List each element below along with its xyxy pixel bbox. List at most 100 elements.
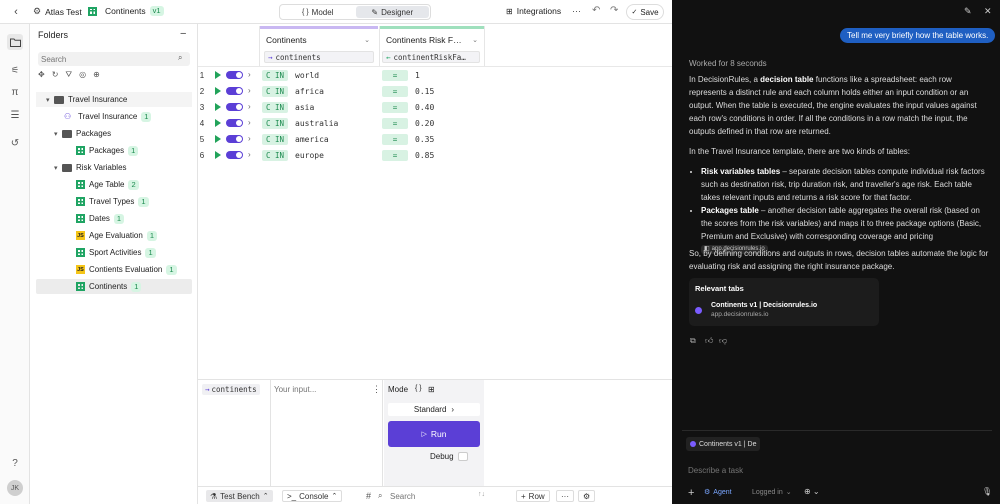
tree-item-travel-insurance-flow[interactable]: ⚇ Travel Insurance 1 (30, 109, 198, 124)
close-icon[interactable]: ✕ (984, 6, 992, 17)
condition-operator[interactable]: C IN (262, 118, 288, 129)
tree-folder-risk-variables[interactable]: ▾ Risk Variables (30, 160, 198, 175)
help-icon[interactable]: ? (7, 455, 23, 471)
chevron-right-icon[interactable]: › (248, 102, 251, 111)
chevron-right-icon[interactable]: › (248, 150, 251, 159)
chevron-right-icon[interactable]: › (248, 86, 251, 95)
chevron-down-icon[interactable]: ⌄ (364, 36, 370, 44)
condition-value[interactable]: europe (295, 151, 324, 160)
column-header-continents[interactable]: Continents ⌄ (260, 33, 378, 47)
output-value[interactable]: 0.15 (415, 87, 434, 96)
play-icon[interactable] (215, 151, 221, 159)
output-operator[interactable]: = (382, 86, 408, 97)
play-icon[interactable] (215, 135, 221, 143)
hash-icon[interactable]: # (366, 491, 371, 501)
tree-item-age-evaluation[interactable]: JS Age Evaluation 1 (30, 228, 198, 243)
tree-item-travel-types[interactable]: Travel Types 1 (30, 194, 198, 209)
condition-value[interactable]: asia (295, 103, 314, 112)
table-row[interactable]: 1 › C IN world = 1 (198, 68, 488, 84)
table-row[interactable]: 5 › C IN america = 0.35 (198, 132, 488, 148)
condition-value[interactable]: america (295, 135, 329, 144)
task-input[interactable] (688, 463, 978, 477)
mode-code-icon[interactable]: { } (415, 385, 422, 392)
rule-toggle[interactable] (226, 103, 243, 111)
bottom-search-input[interactable] (390, 491, 460, 502)
condition-value[interactable]: australia (295, 119, 338, 128)
table-name[interactable]: Continents (105, 6, 146, 16)
login-status[interactable]: Logged in ⌄ (752, 488, 792, 497)
column-header-continents-risk[interactable]: Continents Risk F… ⌄ (380, 33, 484, 47)
play-icon[interactable] (215, 87, 221, 95)
target-icon[interactable]: ◎ (79, 70, 86, 80)
sliders-icon[interactable]: ⚟ (7, 62, 23, 78)
condition-value[interactable]: africa (295, 87, 324, 96)
play-icon[interactable] (215, 119, 221, 127)
relevant-tab-item[interactable]: Continents v1 | Decisionrules.io app.dec… (695, 302, 873, 320)
back-icon[interactable]: ‹ (10, 5, 22, 19)
up-down-arrows-icon[interactable]: ↑↓ (478, 491, 485, 498)
search-icon[interactable]: ⌕ (378, 491, 382, 501)
new-chat-icon[interactable]: ✎ (964, 6, 972, 17)
condition-operator[interactable]: C IN (262, 86, 288, 97)
output-operator[interactable]: = (382, 150, 408, 161)
output-value[interactable]: 0.35 (415, 135, 434, 144)
save-button[interactable]: ✓ Save (626, 4, 664, 20)
play-icon[interactable] (215, 71, 221, 79)
tree-item-sport-activities[interactable]: Sport Activities 1 (30, 245, 198, 260)
more-button[interactable]: ··· (556, 490, 574, 502)
tree-item-continents[interactable]: Continents 1 (36, 279, 192, 294)
column-sub-continents[interactable]: → continents (264, 51, 374, 63)
condition-operator[interactable]: C IN (262, 102, 288, 113)
avatar[interactable]: JK (7, 480, 23, 496)
integrations-button[interactable]: ⊞ Integrations (506, 6, 561, 16)
chevron-right-icon[interactable]: › (248, 134, 251, 143)
rule-toggle[interactable] (226, 119, 243, 127)
chevron-right-icon[interactable]: › (248, 70, 251, 79)
tab-model[interactable]: { } Model (281, 6, 355, 18)
table-row[interactable]: 3 › C IN asia = 0.40 (198, 100, 488, 116)
history-icon[interactable]: ↺ (7, 135, 23, 151)
undo-icon[interactable]: ↶ (592, 5, 600, 16)
condition-operator[interactable]: C IN (262, 70, 288, 81)
tree-folder-packages[interactable]: ▾ Packages (30, 126, 198, 141)
run-button[interactable]: ▷ Run (388, 421, 480, 447)
rule-toggle[interactable] (226, 87, 243, 95)
table-row[interactable]: 4 › C IN australia = 0.20 (198, 116, 488, 132)
tab-designer[interactable]: ✎ Designer (355, 6, 429, 18)
list-icon[interactable]: ☰ (7, 107, 23, 123)
context-chip[interactable]: Continents v1 | De (686, 437, 761, 451)
more-icon[interactable]: ··· (572, 6, 581, 16)
refresh-icon[interactable]: ↻ (52, 70, 59, 80)
play-icon[interactable] (215, 103, 221, 111)
table-row[interactable]: 2 › C IN africa = 0.15 (198, 84, 488, 100)
bench-input-field[interactable] (274, 384, 368, 395)
output-operator[interactable]: = (382, 102, 408, 113)
move-icon[interactable]: ✥ (38, 70, 45, 80)
column-sub-continent-risk[interactable]: ← continentRiskFa… (382, 51, 480, 63)
thumbs-up-icon[interactable]: 👍︎ (705, 336, 713, 346)
condition-operator[interactable]: C IN (262, 150, 288, 161)
add-row-button[interactable]: + Row (516, 490, 550, 502)
output-value[interactable]: 1 (415, 71, 420, 80)
output-value[interactable]: 0.20 (415, 119, 434, 128)
tree-item-dates[interactable]: Dates 1 (30, 211, 198, 226)
table-row[interactable]: 6 › C IN europe = 0.85 (198, 148, 488, 164)
chevron-down-icon[interactable]: ⌄ (472, 36, 478, 44)
project-name[interactable]: Atlas Test (45, 7, 82, 17)
search-icon[interactable]: ⌕ (178, 53, 182, 63)
output-operator[interactable]: = (382, 118, 408, 129)
tree-item-age-table[interactable]: Age Table 2 (30, 177, 198, 192)
globe-button[interactable]: ⊕ ⌄ (804, 487, 820, 496)
pi-icon[interactable]: π (7, 84, 23, 100)
rule-toggle[interactable] (226, 135, 243, 143)
mode-table-icon[interactable]: ⊞ (428, 385, 435, 394)
output-operator[interactable]: = (382, 134, 408, 145)
tree-folder-travel-insurance[interactable]: ▾ Travel Insurance (36, 92, 192, 107)
condition-value[interactable]: world (295, 71, 319, 80)
collapse-icon[interactable]: − (180, 28, 186, 40)
plus-icon[interactable]: + (688, 487, 694, 499)
settings-button[interactable]: ⚙ (578, 490, 596, 502)
folder-icon[interactable] (7, 34, 23, 50)
input-chip[interactable]: → continents (202, 384, 260, 395)
copy-icon[interactable]: ⧉ (690, 336, 696, 346)
